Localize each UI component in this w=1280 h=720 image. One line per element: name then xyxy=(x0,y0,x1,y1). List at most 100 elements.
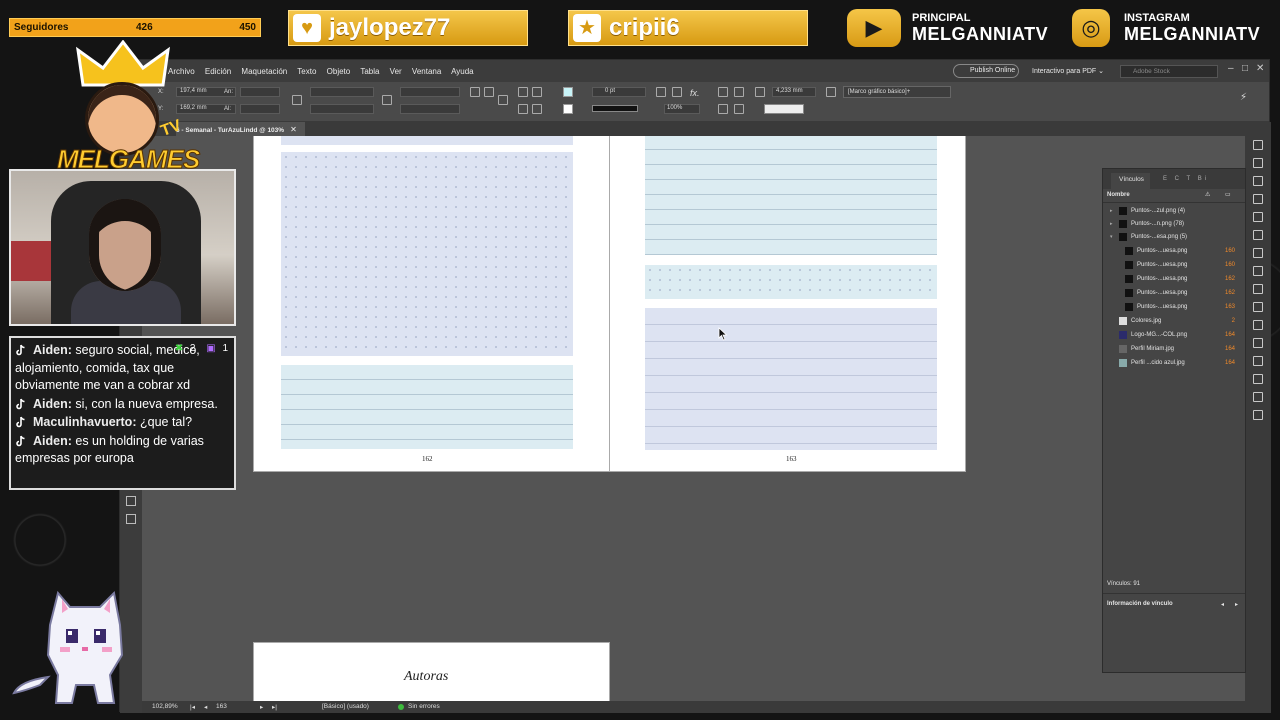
distribute-icon[interactable] xyxy=(718,104,728,114)
page-column-icon[interactable]: ▭ xyxy=(1225,191,1231,198)
stroke-weight-field[interactable]: 0 pt xyxy=(592,87,646,97)
link-page[interactable]: 162 xyxy=(1225,276,1235,282)
links-row[interactable]: Puntos-...uesa.png 162 xyxy=(1103,273,1245,286)
menu-ayuda[interactable]: Ayuda xyxy=(451,67,474,76)
pasteboard[interactable]: 162 163 Autoras xyxy=(142,136,1245,701)
links-row[interactable]: Puntos-...uesa.png 163 xyxy=(1103,301,1245,314)
link-page[interactable]: 164 xyxy=(1225,332,1235,338)
flip-vertical-icon[interactable] xyxy=(532,87,542,97)
link-page[interactable]: 160 xyxy=(1225,262,1235,268)
align-left-icon[interactable] xyxy=(718,87,728,97)
link-info-header[interactable]: Información de vínculo xyxy=(1107,601,1173,607)
height-field[interactable] xyxy=(240,104,280,114)
links-row[interactable]: ▾ Puntos-...esa.png (5) xyxy=(1103,231,1245,244)
effects-icon[interactable]: fx. xyxy=(690,88,700,98)
page-next[interactable]: Autoras xyxy=(253,642,610,701)
maximize-icon[interactable]: □ xyxy=(1242,63,1248,74)
link-page[interactable]: 164 xyxy=(1225,360,1235,366)
screen-mode-icon[interactable] xyxy=(126,496,136,506)
table-panel-icon[interactable] xyxy=(1253,374,1263,384)
stroke-panel-icon[interactable] xyxy=(1253,194,1263,204)
blue-frame-top[interactable] xyxy=(281,136,573,145)
scale-x-field[interactable] xyxy=(310,87,374,97)
close-icon[interactable]: ✕ xyxy=(1256,63,1264,74)
menu-maquetacion[interactable]: Maquetación xyxy=(241,67,287,76)
dotted-frame[interactable] xyxy=(281,152,573,356)
menu-texto[interactable]: Texto xyxy=(297,67,316,76)
links-row[interactable]: Perfil ...cido azul.jpg 164 xyxy=(1103,357,1245,370)
effects-panel-icon[interactable] xyxy=(1253,212,1263,222)
other-panel-tabs[interactable]: E C T Bi xyxy=(1163,176,1209,182)
links-row[interactable]: ▸ Puntos-...zul.png (4) xyxy=(1103,205,1245,218)
expand-icon[interactable]: ▸ xyxy=(1110,208,1113,214)
paragraph-styles-icon[interactable] xyxy=(1253,338,1263,348)
document-tab[interactable]: 6 - Semanal - TurAzuLindd @ 103% ✕ xyxy=(176,122,305,136)
links-column-header[interactable]: Nombre xyxy=(1107,192,1130,198)
zoom-level[interactable]: 102,89% xyxy=(152,703,178,710)
flip-horizontal-icon[interactable] xyxy=(518,87,528,97)
close-tab-icon[interactable]: ✕ xyxy=(290,125,297,134)
pages-panel-icon[interactable] xyxy=(1253,140,1263,150)
links-row[interactable]: Puntos-...uesa.png 160 xyxy=(1103,245,1245,258)
prev-page-icon[interactable]: ◂ xyxy=(204,703,207,711)
character-panel-icon[interactable] xyxy=(1253,356,1263,366)
collapse-icon[interactable]: ▾ xyxy=(1110,234,1113,240)
object-styles-icon[interactable] xyxy=(1253,320,1263,330)
rotate-cw-icon[interactable] xyxy=(470,87,480,97)
cyan-lined-frame[interactable] xyxy=(645,136,937,255)
select-container-icon[interactable] xyxy=(518,104,528,114)
fit-content-icon[interactable] xyxy=(672,87,682,97)
rotate-ccw-icon[interactable] xyxy=(484,87,494,97)
page-162[interactable]: 162 xyxy=(253,136,610,472)
rotation-field[interactable] xyxy=(400,87,460,97)
link-scale-icon[interactable] xyxy=(382,95,392,105)
text-wrap-panel-icon[interactable] xyxy=(1253,266,1263,276)
gradient-panel-icon[interactable] xyxy=(1253,302,1263,312)
color-panel-icon[interactable] xyxy=(1253,248,1263,258)
align-center-icon[interactable] xyxy=(734,87,744,97)
links-row[interactable]: Colores.jpg 2 xyxy=(1103,315,1245,328)
expand-icon[interactable]: ▸ xyxy=(1110,221,1113,227)
next-page-icon[interactable]: ▸ xyxy=(260,703,263,711)
next-link-icon[interactable]: ▸ xyxy=(1235,601,1238,608)
page-number-field[interactable]: 163 xyxy=(216,703,227,710)
link-page[interactable]: 2 xyxy=(1232,318,1235,324)
publish-online-button[interactable]: Publish Online xyxy=(953,64,1019,78)
workspace-switcher[interactable]: Interactivo para PDF ⌄ xyxy=(1032,67,1104,75)
menu-objeto[interactable]: Objeto xyxy=(327,67,351,76)
link-page[interactable]: 164 xyxy=(1225,346,1235,352)
links-row[interactable]: Perfil Miriam.jpg 164 xyxy=(1103,343,1245,356)
stock-search-input[interactable]: Adobe Stock xyxy=(1120,65,1218,78)
layers-panel-icon[interactable] xyxy=(1253,158,1263,168)
minimize-icon[interactable]: – xyxy=(1228,63,1234,74)
first-page-icon[interactable]: |◂ xyxy=(190,703,195,711)
scale-y-field[interactable] xyxy=(310,104,374,114)
swatches-panel-icon[interactable] xyxy=(1253,230,1263,240)
fit-frame-icon[interactable] xyxy=(656,87,666,97)
link-page[interactable]: 160 xyxy=(1225,248,1235,254)
corner-size-field[interactable]: 4,233 mm xyxy=(772,87,816,97)
link-page[interactable]: 163 xyxy=(1225,304,1235,310)
select-next-icon[interactable] xyxy=(532,104,542,114)
page-163[interactable]: 163 xyxy=(609,136,966,472)
lightning-icon[interactable]: ⚡ xyxy=(1240,92,1247,103)
link-page[interactable]: 162 xyxy=(1225,290,1235,296)
prev-link-icon[interactable]: ◂ xyxy=(1221,601,1224,608)
stroke-type-select[interactable] xyxy=(592,105,638,112)
fill-swatch[interactable] xyxy=(563,87,573,97)
lined-frame[interactable] xyxy=(281,365,573,449)
links-row[interactable]: ▸ Puntos-...n.png (78) xyxy=(1103,218,1245,231)
preview-mode-icon[interactable] xyxy=(126,514,136,524)
corner-options-icon[interactable] xyxy=(755,87,765,97)
menu-edicion[interactable]: Edición xyxy=(205,67,231,76)
links-row[interactable]: Logo-MG...-COL.png 164 xyxy=(1103,329,1245,342)
object-style-icon[interactable] xyxy=(826,87,836,97)
object-style-select[interactable]: [Marco gráfico básico]+ xyxy=(843,86,951,98)
constrain-proportions-icon[interactable] xyxy=(292,95,302,105)
menu-ver[interactable]: Ver xyxy=(390,67,402,76)
last-page-icon[interactable]: ▸| xyxy=(272,703,277,711)
links-tab[interactable]: Vínculos xyxy=(1111,173,1150,189)
width-field[interactable] xyxy=(240,87,280,97)
menu-tabla[interactable]: Tabla xyxy=(360,67,379,76)
opacity-field[interactable]: 100% xyxy=(664,104,700,114)
